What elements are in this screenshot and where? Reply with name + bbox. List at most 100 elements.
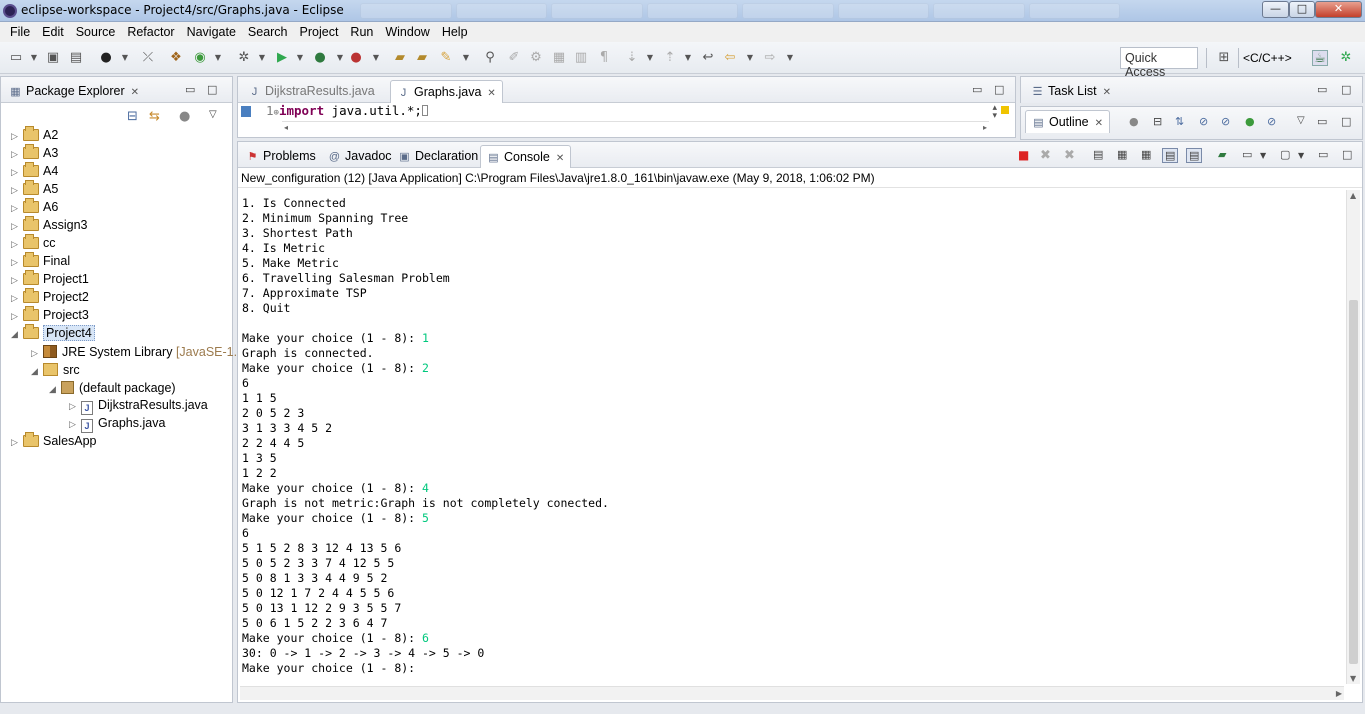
- hide-local-types-icon[interactable]: ⊘: [1267, 115, 1276, 128]
- tree-item-project4[interactable]: ◢ Project4: [11, 324, 95, 343]
- tree-item-a6[interactable]: ▷ A6: [11, 198, 58, 217]
- scroll-lock-icon[interactable]: ▦: [1117, 148, 1127, 161]
- external-tools-icon[interactable]: ●: [348, 50, 364, 66]
- tab-declaration[interactable]: ▣ Declaration: [392, 145, 484, 168]
- new-icon[interactable]: ▭: [8, 50, 24, 66]
- save-all-icon[interactable]: ▤: [68, 50, 84, 66]
- java-perspective-icon[interactable]: ☕: [1312, 50, 1328, 66]
- quick-access-field[interactable]: Quick Access: [1120, 47, 1198, 79]
- expand-arrow-icon[interactable]: ▷: [11, 218, 23, 234]
- collapse-arrow-icon[interactable]: ◢: [31, 363, 43, 379]
- tab-task-list[interactable]: ☰ Task List ✕: [1025, 80, 1117, 103]
- menu-file[interactable]: File: [4, 25, 36, 39]
- word-wrap-icon[interactable]: ▦: [1141, 148, 1151, 161]
- expand-arrow-icon[interactable]: ▷: [11, 290, 23, 306]
- tree-item-project2[interactable]: ▷ Project2: [11, 288, 89, 307]
- run-dropdown-icon[interactable]: ▼: [292, 50, 308, 66]
- hide-fields-icon[interactable]: ⊘: [1199, 115, 1208, 128]
- paragraph-icon[interactable]: ¶: [596, 50, 612, 66]
- menu-search[interactable]: Search: [242, 25, 294, 39]
- expand-arrow-icon[interactable]: ▷: [69, 398, 81, 414]
- close-icon[interactable]: ✕: [487, 88, 495, 99]
- menu-project[interactable]: Project: [294, 25, 345, 39]
- menu-source[interactable]: Source: [70, 25, 122, 39]
- mark-occurrences-icon[interactable]: ✐: [506, 50, 522, 66]
- view-menu-icon[interactable]: ▽: [209, 109, 217, 120]
- scroll-up-arrow-icon[interactable]: ▲: [1350, 191, 1356, 200]
- code-editor[interactable]: 1⊕import java.util.*; ▴ ▾ ◂ ▸: [238, 103, 1015, 137]
- skip-breakpoints-icon[interactable]: ⤫: [140, 50, 156, 66]
- next-annotation-icon[interactable]: ⇣: [624, 50, 640, 66]
- tree-item-cc[interactable]: ▷ cc: [11, 234, 56, 253]
- expand-arrow-icon[interactable]: ▷: [31, 345, 43, 361]
- cpp-perspective-button[interactable]: <C/C++>: [1243, 51, 1292, 65]
- next-annotation-dropdown-icon[interactable]: ▼: [642, 50, 658, 66]
- new-package-icon[interactable]: ❖: [168, 50, 184, 66]
- collapse-all-icon[interactable]: ⊟: [1153, 115, 1162, 128]
- collapse-all-icon[interactable]: ⊟: [127, 109, 138, 124]
- tree-item-project3[interactable]: ▷ Project3: [11, 306, 89, 325]
- hide-non-public-icon[interactable]: ●: [1245, 115, 1255, 128]
- close-icon[interactable]: ✕: [131, 87, 139, 98]
- tree-item-graphs-java[interactable]: ▷ J Graphs.java: [69, 415, 165, 433]
- back-dropdown-icon[interactable]: ▼: [742, 50, 758, 66]
- maximize-icon[interactable]: □: [994, 83, 1004, 96]
- expand-arrow-icon[interactable]: ▷: [11, 236, 23, 252]
- new-class-dropdown-icon[interactable]: ▼: [210, 50, 226, 66]
- scroll-right-arrow-icon[interactable]: ▶: [1336, 689, 1342, 698]
- minimize-button[interactable]: —: [1262, 1, 1289, 18]
- forward-dropdown-icon[interactable]: ▼: [782, 50, 798, 66]
- minimize-icon[interactable]: ▭: [1317, 115, 1327, 128]
- run-icon[interactable]: ▶: [274, 50, 290, 66]
- maximize-icon[interactable]: □: [1341, 115, 1351, 128]
- maximize-icon[interactable]: □: [1341, 83, 1351, 96]
- previous-annotation-icon[interactable]: ⇡: [662, 50, 678, 66]
- new-dropdown-icon[interactable]: ▼: [26, 50, 42, 66]
- tab-javadoc[interactable]: @ Javadoc: [322, 145, 398, 168]
- expand-arrow-icon[interactable]: ▷: [11, 434, 23, 450]
- view-menu-icon[interactable]: ▽: [1297, 115, 1305, 126]
- tree-item-default-package[interactable]: ◢ (default package): [49, 379, 176, 397]
- console-vertical-scrollbar[interactable]: ▲ ▼: [1346, 190, 1360, 684]
- tab-package-explorer[interactable]: ▦ Package Explorer ✕: [3, 80, 145, 103]
- menu-help[interactable]: Help: [436, 25, 474, 39]
- tree-item-jre-system-library[interactable]: ▷ JRE System Library [JavaSE-1.8]: [31, 343, 248, 361]
- tree-item-a5[interactable]: ▷ A5: [11, 180, 58, 199]
- forward-icon[interactable]: ⇨: [762, 50, 778, 66]
- debug-perspective-icon[interactable]: ✲: [1338, 50, 1354, 66]
- tree-item-assign3[interactable]: ▷ Assign3: [11, 216, 87, 235]
- link-with-editor-icon[interactable]: ⇆: [149, 109, 160, 124]
- focus-icon[interactable]: ●: [179, 109, 190, 124]
- open-perspective-icon[interactable]: ⊞: [1216, 50, 1232, 66]
- show-on-stdout-icon[interactable]: ▤: [1162, 148, 1179, 163]
- tree-item-a2[interactable]: ▷ A2: [11, 126, 58, 145]
- new-class-icon[interactable]: ◉: [192, 50, 208, 66]
- minimize-icon[interactable]: ▭: [1317, 83, 1327, 96]
- collapse-arrow-icon[interactable]: ◢: [49, 381, 61, 397]
- close-icon[interactable]: ✕: [1095, 118, 1103, 129]
- expand-arrow-icon[interactable]: ▷: [11, 254, 23, 270]
- back-icon[interactable]: ⇦: [722, 50, 738, 66]
- expand-arrow-icon[interactable]: ▷: [11, 164, 23, 180]
- expand-arrow-icon[interactable]: ▷: [11, 308, 23, 324]
- save-icon[interactable]: ▣: [45, 50, 61, 66]
- annotation-icon[interactable]: ⚙: [528, 50, 544, 66]
- tab-graphs-java[interactable]: J Graphs.java ✕: [390, 80, 503, 103]
- expand-arrow-icon[interactable]: ▷: [11, 200, 23, 216]
- debug-icon[interactable]: ✲: [236, 50, 252, 66]
- coverage-dropdown-icon[interactable]: ▼: [332, 50, 348, 66]
- tree-item-a3[interactable]: ▷ A3: [11, 144, 58, 163]
- last-edit-icon[interactable]: ↩: [700, 50, 716, 66]
- search-dropdown-icon[interactable]: ▼: [458, 50, 474, 66]
- terminate-icon[interactable]: ■: [1018, 148, 1029, 162]
- maximize-button[interactable]: □: [1289, 1, 1315, 18]
- clear-console-icon[interactable]: ▤: [1093, 148, 1103, 161]
- menu-navigate[interactable]: Navigate: [181, 25, 242, 39]
- scroll-down-arrow-icon[interactable]: ▼: [1350, 674, 1356, 683]
- tab-outline[interactable]: ▤ Outline ✕: [1025, 110, 1110, 133]
- minimize-icon[interactable]: ▭: [972, 83, 982, 96]
- expand-arrow-icon[interactable]: ▷: [11, 128, 23, 144]
- scroll-down-arrow-icon[interactable]: ▾: [992, 111, 997, 121]
- expand-arrow-icon[interactable]: ▷: [69, 416, 81, 432]
- folded-code-marker-icon[interactable]: [421, 105, 428, 116]
